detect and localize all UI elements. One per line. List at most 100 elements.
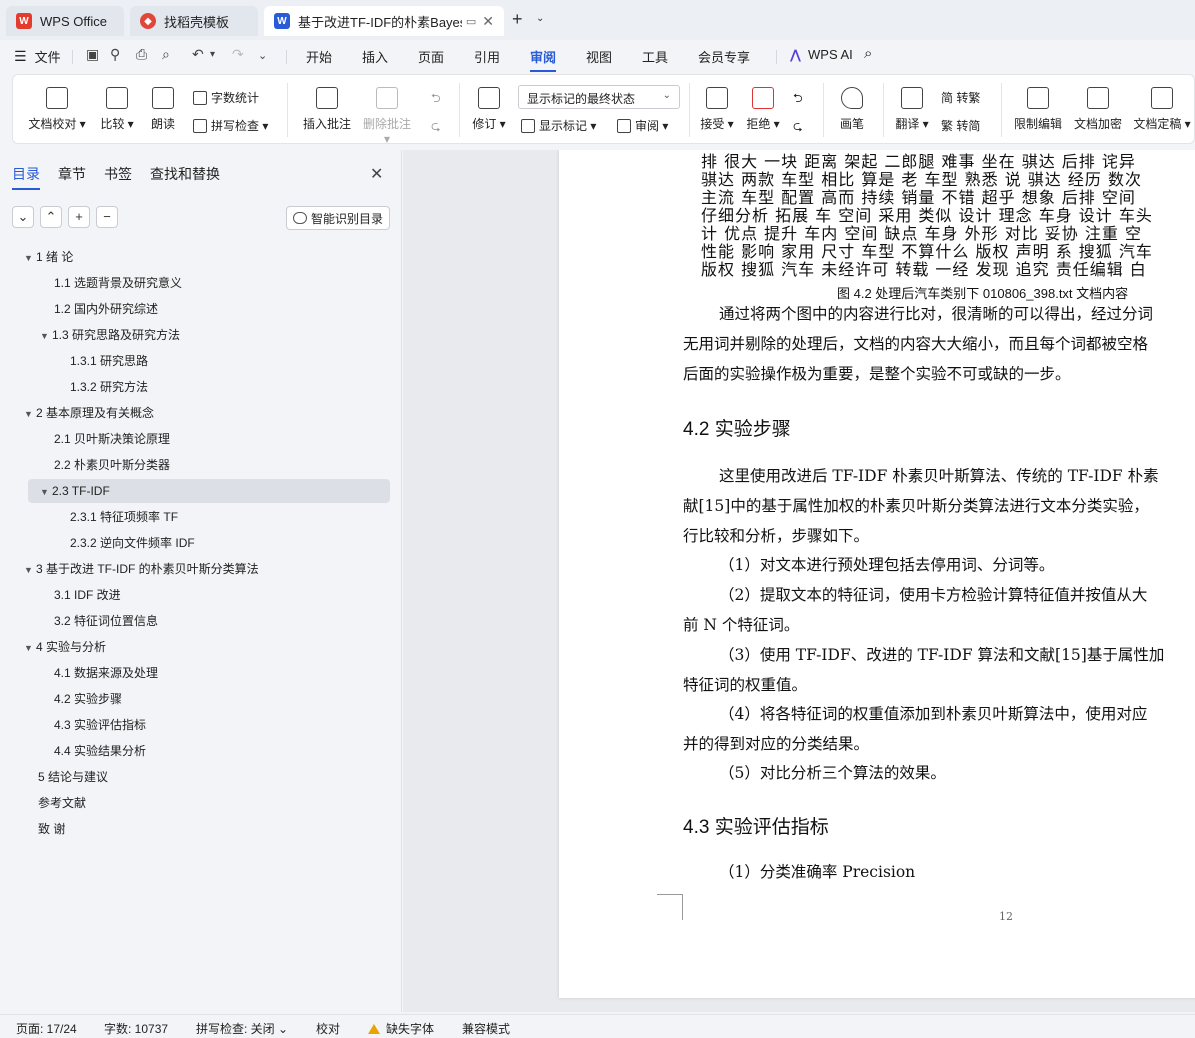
previous-change-icon[interactable]: ⮌ (793, 89, 803, 110)
expand-all-button[interactable]: ⌃ (40, 206, 62, 228)
word-count-button[interactable]: 字数统计 (193, 89, 259, 106)
toc-item[interactable]: 2.3.1 特征项频率 TF (70, 506, 178, 528)
menu-view[interactable]: 视图 (586, 47, 612, 66)
expand-triangle-icon[interactable]: ▼ (24, 637, 36, 659)
expand-triangle-icon[interactable]: ▼ (40, 325, 52, 347)
toc-item[interactable]: 4.4 实验结果分析 (54, 740, 146, 762)
tab-templates[interactable]: ◆ 找稻壳模板 (130, 6, 258, 36)
add-heading-button[interactable]: + (68, 206, 90, 228)
toc-item[interactable]: 4.1 数据来源及处理 (54, 662, 158, 684)
proofread-button[interactable]: 校对 (316, 1020, 340, 1037)
save-icon[interactable]: ▣ (86, 46, 99, 63)
toc-item[interactable]: ▼ 1.3 研究思路及研究方法 (40, 324, 180, 346)
wps-ai-icon[interactable]: ⋀ (790, 47, 801, 63)
toc-item[interactable]: 5 结论与建议 (38, 766, 108, 788)
toc-item[interactable]: 1.2 国内外研究综述 (54, 298, 158, 320)
tab-chapters[interactable]: 章节 (58, 164, 86, 184)
spell-check-button[interactable]: 拼写检查 ▾ (193, 117, 268, 134)
undo-icon[interactable]: ↶ (192, 46, 204, 63)
toc-item[interactable]: 2.3.2 逆向文件频率 IDF (70, 532, 195, 554)
toc-item[interactable]: ▼ 4 实验与分析 (24, 636, 106, 658)
compare-button[interactable]: 比较 ▾ (97, 87, 137, 132)
toc-item[interactable]: 4.2 实验步骤 (54, 688, 122, 710)
toc-item-label: 参考文献 (38, 796, 87, 810)
paragraph-line: 无用词并剔除的处理后，文档的内容大大缩小，而且每个词都被空格 (683, 335, 1149, 353)
toc-item[interactable]: ▼ 2 基本原理及有关概念 (24, 402, 154, 424)
document-page[interactable]: 排 很大 一块 距离 架起 二郎腿 难事 坐在 骐达 后排 诧异 骐达 两款 车型… (559, 150, 1195, 998)
file-menu[interactable]: ☰ 文件 (14, 47, 61, 66)
expand-triangle-icon[interactable]: ▼ (24, 559, 36, 581)
tab-toc[interactable]: 目录 (12, 164, 40, 190)
toc-item[interactable]: 3.1 IDF 改进 (54, 584, 121, 606)
toc-item[interactable]: ▼ 1 绪 论 (24, 246, 73, 268)
redo-icon[interactable]: ↷ (232, 46, 244, 63)
expand-triangle-icon[interactable]: ▼ (40, 481, 52, 503)
paragraph-line: （2）提取文本的特征词，使用卡方检验计算特征值并按值从大 (719, 586, 1148, 604)
toc-item[interactable]: 1.1 选题背景及研究意义 (54, 272, 182, 294)
export-icon[interactable]: ⚲ (110, 46, 120, 63)
new-tab-icon[interactable]: + (512, 9, 523, 30)
wps-ai-button[interactable]: WPS AI (808, 47, 853, 62)
page-indicator[interactable]: 页面: 17/24 (16, 1020, 77, 1037)
next-comment-icon[interactable]: ⮎ (431, 117, 441, 138)
word-count-indicator[interactable]: 字数: 10737 (104, 1020, 168, 1037)
toc-item[interactable]: 参考文献 (38, 792, 86, 814)
toc-item[interactable]: 3.2 特征词位置信息 (54, 610, 158, 632)
toc-item[interactable]: 1.3.2 研究方法 (70, 376, 148, 398)
menu-reference[interactable]: 引用 (474, 47, 500, 66)
show-markup-button[interactable]: 显示标记 ▾ (521, 117, 596, 134)
markup-state-select[interactable]: 显示标记的最终状态 ⌄ (518, 85, 680, 109)
reject-button[interactable]: 拒绝 ▾ (743, 87, 783, 132)
pen-button[interactable]: 画笔 (833, 87, 871, 132)
close-pane-icon[interactable]: ✕ (370, 164, 383, 184)
tab-bookmarks[interactable]: 书签 (104, 164, 132, 184)
accept-button[interactable]: 接受 ▾ (697, 87, 737, 132)
doc-finalize-button[interactable]: 文档定稿 ▾ (1131, 87, 1193, 132)
restrict-edit-button[interactable]: 限制编辑 (1011, 87, 1065, 132)
more-chevron-icon[interactable]: ⌄ (258, 49, 267, 62)
to-traditional-button[interactable]: 简 转繁 (941, 89, 980, 106)
close-tab-icon[interactable]: ✕ (482, 13, 494, 30)
review-pane-button[interactable]: 审阅 ▾ (617, 117, 668, 134)
search-icon[interactable]: ⌕ (864, 45, 872, 62)
expand-triangle-icon[interactable]: ▼ (24, 403, 36, 425)
toc-item[interactable]: 4.3 实验评估指标 (54, 714, 146, 736)
menu-tools[interactable]: 工具 (642, 47, 668, 66)
chevron-down-icon[interactable]: ⌄ (536, 13, 544, 24)
next-change-icon[interactable]: ⮎ (793, 117, 803, 138)
toc-item[interactable]: 2.2 朴素贝叶斯分类器 (54, 454, 170, 476)
doc-check-button[interactable]: 文档校对 ▾ (27, 87, 87, 132)
missing-font-indicator[interactable]: 缺失字体 (368, 1020, 434, 1037)
translate-button[interactable]: 翻译 ▾ (893, 87, 931, 132)
document-area[interactable]: 排 很大 一块 距离 架起 二郎腿 难事 坐在 骐达 后排 诧异 骐达 两款 车型… (403, 150, 1195, 1012)
menu-insert[interactable]: 插入 (362, 47, 388, 66)
toc-item[interactable]: ▼ 3 基于改进 TF-IDF 的朴素贝叶斯分类算法 (24, 558, 259, 580)
monitor-icon[interactable]: ▭ (466, 15, 476, 28)
toc-item[interactable]: 致 谢 (38, 818, 65, 840)
doc-encrypt-button[interactable]: 文档加密 (1071, 87, 1125, 132)
print-icon[interactable]: ⎙ (136, 46, 147, 63)
toc-item[interactable]: 2.1 贝叶斯决策论原理 (54, 428, 170, 450)
smart-toc-button[interactable]: 智能识别目录 (286, 206, 390, 230)
revise-button[interactable]: 修订 ▾ (469, 87, 509, 132)
menu-page[interactable]: 页面 (418, 47, 444, 66)
menu-member[interactable]: 会员专享 (698, 47, 750, 66)
read-aloud-button[interactable]: 朗读 (147, 87, 179, 132)
spell-check-status[interactable]: 拼写检查: 关闭 ⌄ (196, 1020, 288, 1037)
menu-start[interactable]: 开始 (306, 47, 332, 66)
toc-item[interactable]: 1.3.1 研究思路 (70, 350, 148, 372)
tab-find-replace[interactable]: 查找和替换 (150, 164, 220, 184)
to-simplified-button[interactable]: 繁 转简 (941, 117, 980, 134)
expand-triangle-icon[interactable]: ▼ (24, 247, 36, 269)
print-preview-icon[interactable]: ⌕ (162, 46, 170, 63)
undo-dropdown-icon[interactable]: ▾ (210, 49, 215, 60)
tab-wps-home[interactable]: W WPS Office (6, 6, 124, 36)
menu-review[interactable]: 审阅 (530, 47, 557, 72)
tab-document[interactable]: W 基于改进TF-IDF的朴素Bayes ▭ ✕ (264, 6, 504, 36)
remove-heading-button[interactable]: − (96, 206, 118, 228)
toc-item[interactable]: ▼ 2.3 TF-IDF (40, 480, 110, 502)
previous-comment-icon[interactable]: ⮌ (431, 89, 441, 110)
insert-comment-button[interactable]: 插入批注 (299, 87, 355, 132)
collapse-all-button[interactable]: ⌄ (12, 206, 34, 228)
delete-comment-button[interactable]: 删除批注 ▾ (359, 87, 415, 146)
